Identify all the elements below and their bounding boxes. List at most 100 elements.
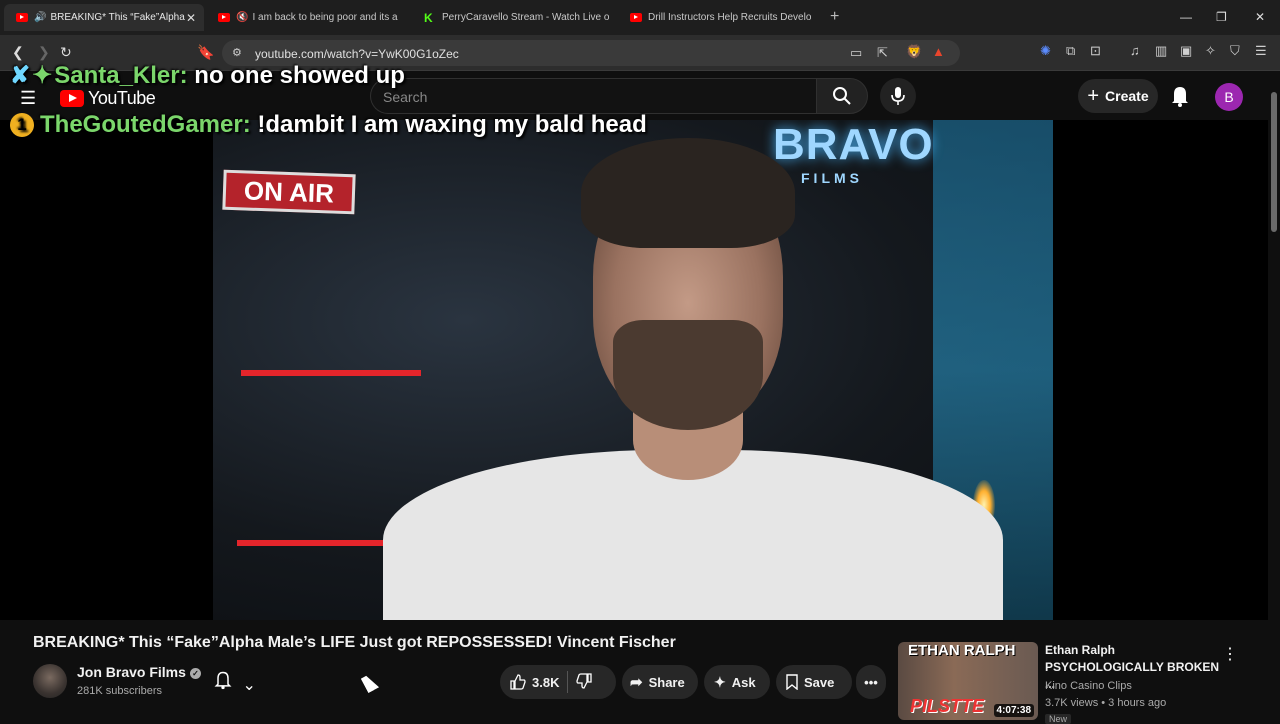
wallet-icon[interactable]: ▣ [1180,43,1192,59]
chat-username: TheGoutedGamer: [40,111,251,138]
share-icon: ➦ [630,674,643,691]
channel-name-text[interactable]: Jon Bravo Films [77,664,186,680]
muted-icon[interactable]: 🔇 [236,12,248,23]
cast-icon[interactable]: ▭ [850,45,862,61]
ask-button[interactable]: ✦ Ask [704,665,770,699]
browser-tab-bar: 🔊 BREAKING* This “Fake”Alpha ✕ 🔇 I am ba… [0,0,1280,35]
screenshot-icon[interactable]: ⊡ [1090,43,1101,59]
video-frame: ON AIR BRAVO FILMS [213,120,1053,620]
voice-search-button[interactable] [880,78,916,114]
tab-title: BREAKING* This “Fake”Alpha [50,12,185,23]
video-player[interactable]: ON AIR BRAVO FILMS [0,120,1268,620]
recommended-meta: 3.7K views • 3 hours ago [1045,697,1167,709]
forward-icon[interactable]: ❯ [38,44,50,61]
bravo-logo: BRAVO [773,120,934,169]
minimize-icon[interactable]: — [1180,10,1192,24]
audio-playing-icon[interactable]: 🔊 [34,12,46,23]
channel-avatar[interactable] [33,664,67,698]
back-icon[interactable]: ❮ [12,44,24,61]
verified-icon: ✓ [189,668,201,679]
chevron-down-icon: ⌄ [242,677,256,694]
subscriber-count: 281K subscribers [77,685,162,697]
plus-icon: + [1087,84,1100,107]
tab-breaking[interactable]: 🔊 BREAKING* This “Fake”Alpha ✕ [4,4,204,31]
share-button[interactable]: ➦ Share [622,665,698,699]
chat-message: 1 TheGoutedGamer: !dambit I am waxing my … [10,111,647,139]
kick-favicon-icon: K [424,10,433,25]
like-button[interactable]: 3.8K [500,674,559,690]
microphone-icon [891,87,905,105]
search-input[interactable]: Search [370,78,816,114]
account-avatar[interactable]: B [1215,83,1243,111]
red-shelf [241,370,421,376]
person-hair [581,138,795,248]
share-label: Share [648,674,685,690]
brave-rewards-icon[interactable]: ▲ [932,44,945,59]
channel-name[interactable]: Jon Bravo Films ✓ [77,664,201,680]
person-beard [613,320,763,430]
youtube-favicon-icon [630,13,642,22]
sub-badge-icon: 1 [10,113,34,137]
sparkle-badge-icon: ✦ [32,62,53,89]
menu-icon[interactable]: ☰ [1255,43,1267,59]
bell-icon [214,671,232,690]
new-badge: New [1045,714,1072,724]
bookmark-icon[interactable]: 🔖 [197,44,214,61]
vpn-icon[interactable]: ⛉ [1230,43,1240,59]
films-logo: FILMS [801,170,863,186]
sparkle-icon: ✦ [714,673,726,690]
sparkle-badge-icon: ✘ [10,62,31,89]
reload-icon[interactable]: ↻ [60,44,72,61]
dislike-button[interactable] [576,672,593,692]
like-count: 3.8K [532,674,560,690]
close-window-icon[interactable]: ✕ [1255,10,1265,24]
search-icon [833,87,851,105]
search-placeholder: Search [383,89,428,105]
youtube-wordmark: YouTube [88,88,156,108]
recommended-thumbnail[interactable]: ETHAN RALPH PILSTTE 4:07:38 [898,642,1038,720]
youtube-favicon-icon [16,13,28,22]
duration-badge: 4:07:38 [993,704,1034,717]
chat-username: Santa_Kler: [54,62,188,89]
share-page-icon[interactable]: ⇱ [877,45,888,61]
thumbs-down-icon [576,672,593,689]
youtube-favicon-icon [218,13,230,22]
leo-icon[interactable]: ✧ [1205,43,1216,59]
recommended-channel[interactable]: Kino Casino Clips [1045,680,1132,692]
ask-label: Ask [731,674,756,690]
video-title: BREAKING* This “Fake”Alpha Male’s LIFE J… [33,634,676,651]
puzzle-icon[interactable]: ⧉ [1066,43,1075,59]
kebab-menu-icon[interactable]: ⋮ [1222,644,1238,664]
tab-drill[interactable]: Drill Instructors Help Recruits Develo [618,4,818,31]
page-scrollbar[interactable] [1268,72,1280,720]
tab-title: I am back to being poor and its a [252,12,398,23]
sidebar-icon[interactable]: ▥ [1155,43,1167,59]
thumbnail-text: PILSTTE [910,696,985,716]
like-dislike-group: 3.8K [500,665,616,699]
close-tab-icon[interactable]: ✕ [186,11,196,25]
subscription-bell-button[interactable]: ⌄ [214,670,256,695]
tab-title: Drill Instructors Help Recruits Develo [648,12,812,23]
extension-icon[interactable]: ✺ [1040,43,1051,59]
divider [567,671,569,693]
youtube-logo[interactable]: YouTube [60,88,156,109]
save-button[interactable]: Save [776,665,852,699]
scrollbar-thumb[interactable] [1271,92,1277,232]
guide-menu-icon[interactable]: ☰ [20,88,36,109]
brave-shield-icon[interactable]: 🦁 [906,44,922,60]
tab-perry[interactable]: K PerryCaravello Stream - Watch Live o [412,4,612,31]
youtube-play-icon [60,90,84,107]
recommended-title-line: Ethan Ralph [1045,643,1116,657]
tab-title: PerryCaravello Stream - Watch Live o [442,12,610,23]
new-tab-button[interactable]: + [830,8,839,26]
restore-icon[interactable]: ❐ [1216,10,1227,24]
url-text: youtube.com/watch?v=YwK00G1oZec [255,47,459,61]
site-info-icon[interactable]: ⚙ [232,46,242,59]
more-actions-button[interactable]: ••• [856,665,886,699]
media-icon[interactable]: ♫ [1130,43,1140,58]
tab-poor[interactable]: 🔇 I am back to being poor and its a [206,4,406,31]
more-horizontal-icon: ••• [864,674,878,690]
create-button[interactable]: + Create [1078,79,1158,113]
search-button[interactable] [816,78,868,114]
notifications-bell-icon[interactable] [1170,84,1190,108]
